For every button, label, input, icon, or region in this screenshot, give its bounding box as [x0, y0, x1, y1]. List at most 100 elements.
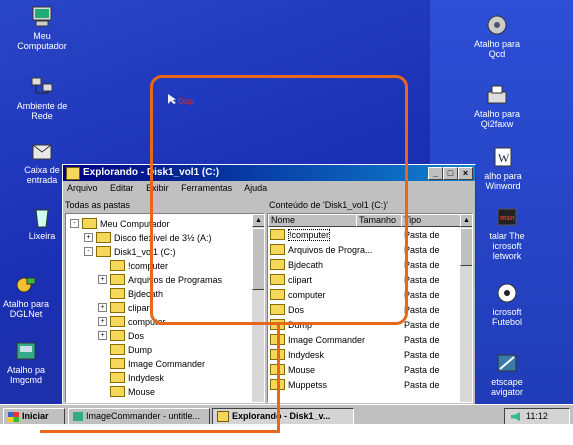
desktop-icon-label: Lixeira [28, 231, 56, 241]
close-button[interactable]: × [458, 167, 473, 180]
network-icon [31, 77, 53, 94]
task-label: ImageCommander - untitle... [86, 411, 201, 421]
desktop-icon-label: Atalho para DGLNet [2, 299, 50, 319]
desktop-icon-label: Meu Computador [17, 31, 67, 51]
qcd-icon [487, 15, 507, 35]
tree-item-label: Image Commander [128, 359, 206, 369]
desktop-icon-network[interactable]: Ambiente de Rede [3, 76, 81, 121]
folder-icon [96, 246, 111, 258]
file-name: Image Commander [288, 335, 366, 345]
file-name: Muppetss [288, 380, 328, 390]
explorer-task-icon [217, 411, 229, 423]
file-type: Pasta de [404, 290, 440, 300]
desktop-icon-fax[interactable]: Atalho para Qi2faxw [458, 84, 536, 129]
highlight-connector [277, 322, 280, 433]
file-row[interactable]: Muppetss Pasta de [270, 379, 458, 391]
folder-icon [110, 344, 125, 356]
soccer-icon [497, 283, 517, 303]
expand-icon[interactable]: + [84, 233, 93, 243]
expand-icon[interactable]: + [98, 331, 107, 341]
folder-icon [110, 330, 125, 342]
collapse-icon[interactable]: - [70, 219, 79, 229]
clock[interactable]: 11:12 [526, 411, 548, 421]
inbox-icon [32, 144, 52, 160]
recycle-bin-icon [34, 209, 50, 228]
desktop-icon-label: talar The icrosoft letwork [489, 231, 525, 261]
tree-item[interactable]: + clipart [98, 302, 152, 314]
maximize-button[interactable]: □ [443, 167, 458, 180]
tree-item[interactable]: Image Commander [98, 358, 205, 370]
folder-icon [110, 316, 125, 328]
file-row[interactable]: Image Commander Pasta de [270, 334, 458, 346]
file-type: Pasta de [404, 320, 440, 330]
file-type: Pasta de [404, 230, 440, 240]
folder-icon [110, 386, 125, 398]
desktop-icon-netscape[interactable]: etscape avigator [478, 352, 536, 397]
highlight-underline [40, 430, 280, 433]
imagecommander-task-icon [73, 412, 83, 422]
taskbar: Iniciar ImageCommander - untitle... Expl… [0, 404, 573, 425]
tree-item-label: Dump [128, 345, 153, 355]
folder-icon [110, 260, 125, 272]
menu-arquivo[interactable]: Arquivo [67, 183, 98, 193]
file-type: Pasta de [404, 350, 440, 360]
fax-icon [487, 85, 507, 104]
my-computer-icon [32, 6, 52, 27]
tree-item[interactable]: + Dos [98, 330, 144, 342]
expand-icon[interactable]: + [98, 317, 107, 327]
tree-item-label: Dos [128, 331, 145, 341]
folder-icon [82, 218, 97, 230]
scroll-thumb[interactable] [460, 228, 472, 266]
msn-icon: msn [497, 208, 517, 226]
page-margin [0, 424, 573, 445]
desktop-icon-label: Atalho pa Imgcmd [6, 365, 46, 385]
task-imagecommander[interactable]: ImageCommander - untitle... [68, 408, 210, 425]
desktop-icon-label: Atalho para Qi2faxw [473, 109, 521, 129]
desktop-icon-winword[interactable]: W alho para Winword [470, 146, 536, 191]
file-row[interactable]: Mouse Pasta de [270, 364, 458, 376]
svg-text:W: W [498, 151, 510, 165]
file-type: Pasta de [404, 305, 440, 315]
explorer-app-icon [66, 167, 80, 180]
tree-item-label: Mouse [128, 387, 156, 397]
file-row[interactable]: Indydesk Pasta de [270, 349, 458, 361]
file-name: Mouse [288, 365, 316, 375]
system-tray: 11:12 [504, 408, 570, 425]
file-type: Pasta de [404, 380, 440, 390]
folder-icon [110, 302, 125, 314]
desktop-icon-imgcmd[interactable]: Atalho pa Imgcmd [0, 340, 52, 385]
minimize-button[interactable]: _ [428, 167, 443, 180]
desktop-icon-msn[interactable]: msn talar The icrosoft letwork [478, 206, 536, 261]
dglnet-icon [16, 277, 36, 293]
folders-pane-title: Todas as pastas [65, 200, 131, 210]
folder-icon [110, 372, 125, 384]
file-name: Indydesk [288, 350, 325, 360]
winword-icon: W [494, 147, 512, 167]
desktop-icon-soccer[interactable]: icrosoft Futebol [478, 282, 536, 327]
start-button[interactable]: Iniciar [3, 408, 65, 425]
task-explorer[interactable]: Explorando - Disk1_v... [212, 408, 354, 425]
list-scrollbar[interactable]: ▲ [460, 214, 472, 402]
expand-icon[interactable]: + [98, 303, 107, 313]
task-label: Explorando - Disk1_v... [232, 411, 331, 421]
menu-editar[interactable]: Editar [110, 183, 134, 193]
tree-item-label: clipart [128, 303, 153, 313]
desktop-icon-qcd[interactable]: Atalho para Qcd [458, 14, 536, 59]
speaker-icon[interactable] [511, 412, 520, 422]
desktop-icon-dglnet[interactable]: Atalho para DGLNet [0, 274, 52, 319]
tree-item[interactable]: Mouse [98, 386, 155, 398]
file-type: Pasta de [404, 260, 440, 270]
tree-item[interactable]: Dump [98, 344, 152, 356]
desktop: Meu Computador Ambiente de Rede Caixa de… [0, 0, 573, 445]
expand-icon[interactable]: + [98, 275, 107, 285]
file-type: Pasta de [404, 335, 440, 345]
tree-item[interactable]: Indydesk [98, 372, 164, 384]
start-label: Iniciar [22, 411, 49, 421]
desktop-icon-my-computer[interactable]: Meu Computador [3, 6, 81, 51]
desktop-icon-label: icrosoft Futebol [491, 307, 523, 327]
folder-icon [96, 232, 111, 244]
column-header-tipo[interactable]: Tipo [401, 214, 461, 227]
scroll-up-button[interactable]: ▲ [460, 214, 472, 227]
collapse-icon[interactable]: - [84, 247, 93, 257]
file-type: Pasta de [404, 365, 440, 375]
